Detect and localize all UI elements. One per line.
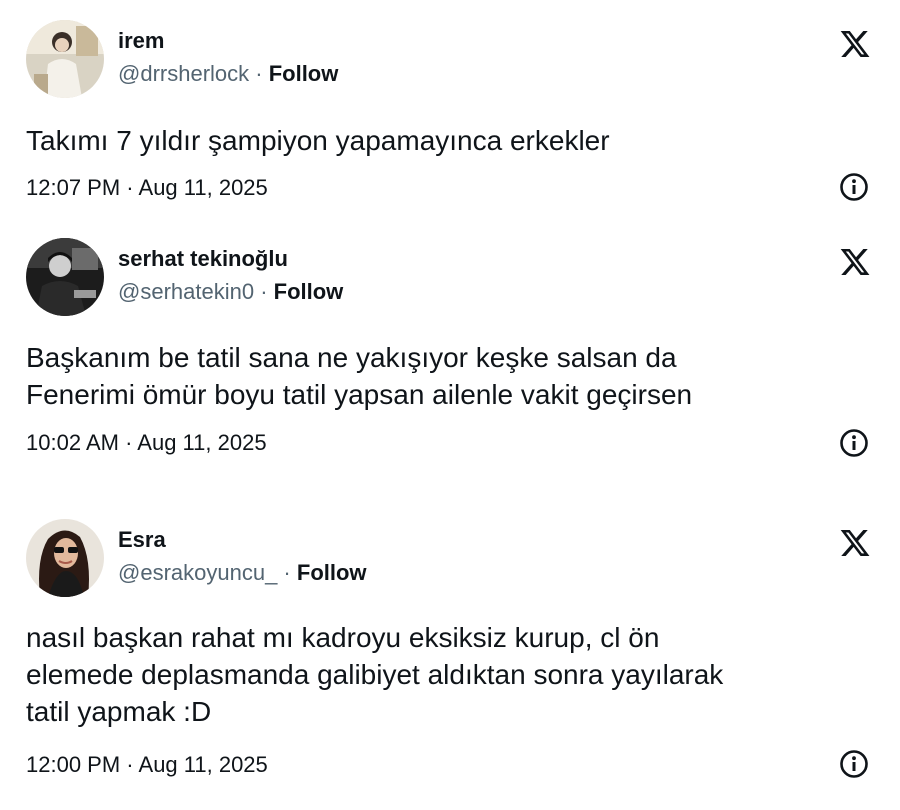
user-handle[interactable]: @serhatekin0 bbox=[118, 279, 254, 304]
follow-button[interactable]: Follow bbox=[269, 61, 339, 86]
display-name[interactable]: serhat tekinoğlu bbox=[118, 246, 288, 272]
tweet-timestamp[interactable]: 10:02 AM · Aug 11, 2025 bbox=[26, 430, 267, 456]
tweet-text-line: Takımı 7 yıldır şampiyon yapamayınca erk… bbox=[26, 125, 610, 156]
tweet-text-line: nasıl başkan rahat mı kadroyu eksiksiz k… bbox=[26, 622, 660, 653]
separator: · bbox=[118, 430, 138, 455]
tweet-time: 12:00 PM bbox=[26, 752, 121, 777]
tweet-text-line: Başkanım be tatil sana ne yakışıyor keşk… bbox=[26, 342, 677, 373]
separator: · bbox=[254, 279, 274, 304]
tweet-text-line: elemede deplasmanda galibiyet aldıktan s… bbox=[26, 659, 724, 690]
display-name[interactable]: Esra bbox=[118, 527, 166, 553]
separator: · bbox=[120, 752, 139, 777]
separator: · bbox=[249, 61, 269, 86]
follow-button[interactable]: Follow bbox=[274, 279, 344, 304]
follow-button[interactable]: Follow bbox=[297, 560, 367, 585]
user-handle[interactable]: @drrsherlock bbox=[118, 61, 249, 86]
tweet-text: Takımı 7 yıldır şampiyon yapamayınca erk… bbox=[26, 122, 856, 159]
avatar[interactable] bbox=[26, 519, 104, 597]
tweet-text-line: tatil yapmak :D bbox=[26, 696, 212, 727]
tweet-date: Aug 11, 2025 bbox=[138, 175, 268, 200]
handle-line: @drrsherlock · Follow bbox=[118, 61, 338, 87]
info-icon[interactable] bbox=[838, 171, 870, 203]
tweet-time: 10:02 AM bbox=[26, 430, 119, 455]
separator: · bbox=[120, 175, 139, 200]
tweet-date: Aug 11, 2025 bbox=[137, 430, 267, 455]
tweet-timestamp[interactable]: 12:00 PM · Aug 11, 2025 bbox=[26, 752, 268, 778]
x-logo-icon[interactable] bbox=[838, 527, 872, 559]
tweet-text: Başkanım be tatil sana ne yakışıyor keşk… bbox=[26, 339, 856, 413]
display-name[interactable]: irem bbox=[118, 28, 164, 54]
tweet-text-line: Fenerimi ömür boyu tatil yapsan ailenle … bbox=[26, 379, 693, 410]
tweet-text: nasıl başkan rahat mı kadroyu eksiksiz k… bbox=[26, 619, 856, 730]
info-icon[interactable] bbox=[838, 748, 870, 780]
x-logo-icon[interactable] bbox=[838, 28, 872, 60]
user-handle[interactable]: @esrakoyuncu_ bbox=[118, 560, 277, 585]
handle-line: @serhatekin0 · Follow bbox=[118, 279, 343, 305]
handle-line: @esrakoyuncu_ · Follow bbox=[118, 560, 367, 586]
separator: · bbox=[277, 560, 297, 585]
avatar[interactable] bbox=[26, 238, 104, 316]
info-icon[interactable] bbox=[838, 427, 870, 459]
tweet-timestamp[interactable]: 12:07 PM · Aug 11, 2025 bbox=[26, 175, 268, 201]
x-logo-icon[interactable] bbox=[838, 246, 872, 278]
tweet-date: Aug 11, 2025 bbox=[138, 752, 268, 777]
tweet-time: 12:07 PM bbox=[26, 175, 121, 200]
avatar[interactable] bbox=[26, 20, 104, 98]
